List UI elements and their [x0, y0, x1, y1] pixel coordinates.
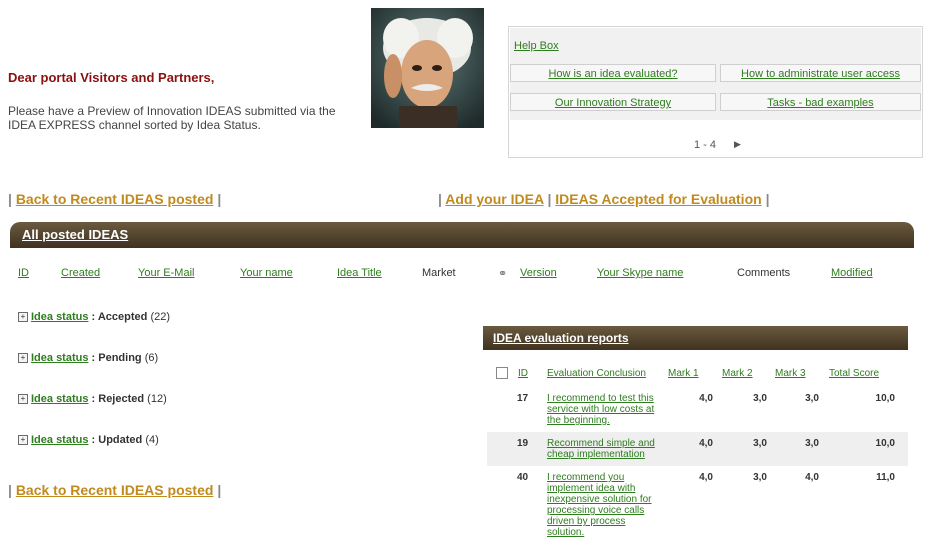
back-to-recent-link[interactable]: Back to Recent IDEAS posted	[16, 482, 214, 498]
status-label[interactable]: Idea status	[31, 434, 88, 446]
nav-separator: |	[217, 191, 222, 207]
eval-id: 40	[517, 472, 529, 483]
col-comments: Comments	[737, 267, 791, 279]
expand-icon[interactable]: +	[18, 435, 28, 446]
eval-id: 17	[517, 393, 529, 404]
help-link-bad-examples[interactable]: Tasks - bad examples	[720, 93, 921, 111]
portrait-image	[371, 8, 484, 128]
status-count: (4)	[145, 434, 159, 446]
nav-actions: | Add your IDEA | IDEAS Accepted for Eva…	[438, 191, 770, 207]
eval-id: 19	[517, 438, 529, 449]
eval-mark1: 4,0	[699, 438, 713, 449]
eval-mark3: 4,0	[805, 472, 819, 483]
status-group-accepted[interactable]: + Idea status : Accepted (22)	[18, 311, 170, 323]
col-name[interactable]: Your name	[240, 267, 293, 279]
status-label[interactable]: Idea status	[31, 311, 88, 323]
nav-separator: |	[438, 191, 442, 207]
attachment-icon: ⚭	[498, 268, 508, 280]
nav-separator: |	[8, 482, 12, 498]
eval-total: 10,0	[875, 393, 895, 404]
eval-col-mark1[interactable]: Mark 1	[668, 368, 699, 379]
eval-col-id[interactable]: ID	[518, 368, 528, 379]
expand-icon[interactable]: +	[18, 312, 28, 323]
ideas-accepted-link[interactable]: IDEAS Accepted for Evaluation	[555, 191, 761, 207]
all-ideas-title[interactable]: All posted IDEAS	[22, 227, 128, 242]
status-label[interactable]: Idea status	[31, 393, 88, 405]
eval-mark2: 3,0	[753, 438, 767, 449]
select-all-checkbox[interactable]	[496, 367, 508, 379]
col-id[interactable]: ID	[18, 267, 29, 279]
nav-separator: |	[8, 191, 12, 207]
eval-mark1: 4,0	[699, 472, 713, 483]
next-page-icon[interactable]: ▶	[734, 139, 741, 150]
status-value: Pending	[98, 352, 142, 364]
eval-col-total[interactable]: Total Score	[829, 368, 879, 379]
nav-back-top: | Back to Recent IDEAS posted |	[8, 191, 221, 207]
intro-text: Please have a Preview of Innovation IDEA…	[8, 104, 336, 132]
status-value: Updated	[98, 434, 143, 446]
col-idea-title[interactable]: Idea Title	[337, 267, 382, 279]
status-count: (22)	[150, 311, 170, 323]
eval-mark2: 3,0	[753, 393, 767, 404]
back-to-recent-link[interactable]: Back to Recent IDEAS posted	[16, 191, 214, 207]
status-label[interactable]: Idea status	[31, 352, 88, 364]
eval-mark3: 3,0	[805, 393, 819, 404]
help-link-evaluation[interactable]: How is an idea evaluated?	[510, 64, 716, 82]
eval-conclusion-link[interactable]: Recommend simple and cheap implementatio…	[547, 438, 662, 460]
all-ideas-header-bar: All posted IDEAS	[10, 222, 914, 248]
eval-row: 19 Recommend simple and cheap implementa…	[487, 432, 908, 466]
status-value: Rejected	[98, 393, 145, 405]
eval-total: 10,0	[875, 438, 895, 449]
help-box-panel: Help Box How is an idea evaluated? How t…	[510, 28, 921, 120]
status-count: (12)	[147, 393, 167, 405]
eval-col-conclusion[interactable]: Evaluation Conclusion	[547, 368, 646, 379]
nav-separator: |	[547, 191, 552, 207]
eval-row: 40 I recommend you implement idea with i…	[487, 466, 908, 546]
greeting-heading: Dear portal Visitors and Partners,	[8, 70, 215, 85]
pager-label: 1 - 4	[694, 139, 717, 151]
status-value: Accepted	[97, 311, 148, 323]
status-group-pending[interactable]: + Idea status : Pending (6)	[18, 352, 158, 364]
expand-icon[interactable]: +	[18, 353, 28, 364]
nav-separator: |	[765, 191, 770, 207]
add-idea-link[interactable]: Add your IDEA	[445, 191, 543, 207]
eval-col-mark2[interactable]: Mark 2	[722, 368, 753, 379]
eval-row: 17 I recommend to test this service with…	[487, 388, 908, 432]
col-created[interactable]: Created	[61, 267, 100, 279]
col-modified[interactable]: Modified	[831, 267, 873, 279]
col-skype[interactable]: Your Skype name	[597, 267, 683, 279]
status-count: (6)	[144, 352, 159, 364]
status-group-rejected[interactable]: + Idea status : Rejected (12)	[18, 393, 167, 405]
col-market: Market	[422, 267, 456, 279]
col-version[interactable]: Version	[520, 267, 557, 279]
help-link-strategy[interactable]: Our Innovation Strategy	[510, 93, 716, 111]
evaluation-title[interactable]: IDEA evaluation reports	[493, 331, 629, 345]
nav-separator: |	[217, 482, 222, 498]
eval-mark2: 3,0	[753, 472, 767, 483]
expand-icon[interactable]: +	[18, 394, 28, 405]
nav-back-bottom: | Back to Recent IDEAS posted |	[8, 482, 221, 498]
eval-total: 11,0	[876, 472, 895, 483]
col-email[interactable]: Your E-Mail	[138, 267, 194, 279]
eval-mark1: 4,0	[699, 393, 713, 404]
evaluation-header-bar: IDEA evaluation reports	[483, 326, 908, 350]
eval-conclusion-link[interactable]: I recommend you implement idea with inex…	[547, 472, 662, 538]
eval-mark3: 3,0	[805, 438, 819, 449]
eval-col-mark3[interactable]: Mark 3	[775, 368, 806, 379]
help-link-user-access[interactable]: How to administrate user access	[720, 64, 921, 82]
status-group-updated[interactable]: + Idea status : Updated (4)	[18, 434, 159, 446]
help-box-title[interactable]: Help Box	[514, 40, 559, 52]
eval-conclusion-link[interactable]: I recommend to test this service with lo…	[547, 393, 662, 426]
help-box: Help Box How is an idea evaluated? How t…	[508, 26, 923, 158]
